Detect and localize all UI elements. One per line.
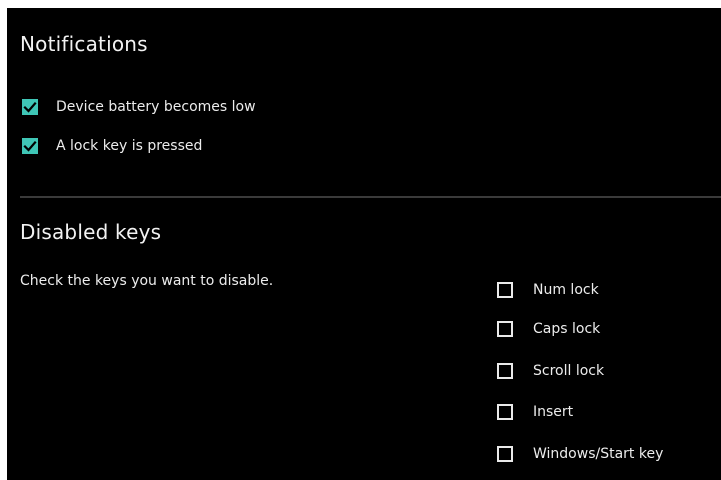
checkbox-label: Num lock	[533, 282, 599, 298]
checked-checkbox-icon[interactable]	[22, 99, 38, 115]
checkbox-label: Insert	[533, 404, 574, 420]
checkbox-label: A lock key is pressed	[56, 138, 203, 154]
checkbox-label: Scroll lock	[533, 363, 605, 379]
checkbox-label: Windows/Start key	[533, 446, 664, 462]
notifications-title: Notifications	[20, 32, 148, 56]
checkmark-icon	[23, 101, 37, 113]
checkbox-scroll-lock[interactable]: Scroll lock	[497, 363, 604, 379]
checked-checkbox-icon[interactable]	[22, 138, 38, 154]
checkbox-windows-start-key[interactable]: Windows/Start key	[497, 446, 663, 462]
checkbox-label: Caps lock	[533, 321, 601, 337]
checkbox-lock-key-pressed[interactable]: A lock key is pressed	[22, 138, 202, 154]
unchecked-checkbox-icon[interactable]	[497, 363, 513, 379]
checkbox-caps-lock[interactable]: Caps lock	[497, 321, 600, 337]
checkmark-icon	[23, 140, 37, 152]
checkbox-label: Device battery becomes low	[56, 99, 256, 115]
disabled-keys-description: Check the keys you want to disable.	[20, 273, 274, 289]
unchecked-checkbox-icon[interactable]	[497, 282, 513, 298]
checkbox-device-battery-low[interactable]: Device battery becomes low	[22, 99, 256, 115]
unchecked-checkbox-icon[interactable]	[497, 446, 513, 462]
checkbox-num-lock[interactable]: Num lock	[497, 282, 599, 298]
checkbox-insert[interactable]: Insert	[497, 404, 573, 420]
section-divider	[20, 196, 721, 198]
disabled-keys-title: Disabled keys	[20, 220, 162, 244]
unchecked-checkbox-icon[interactable]	[497, 404, 513, 420]
settings-panel: Notifications Device battery becomes low…	[7, 8, 721, 480]
unchecked-checkbox-icon[interactable]	[497, 321, 513, 337]
